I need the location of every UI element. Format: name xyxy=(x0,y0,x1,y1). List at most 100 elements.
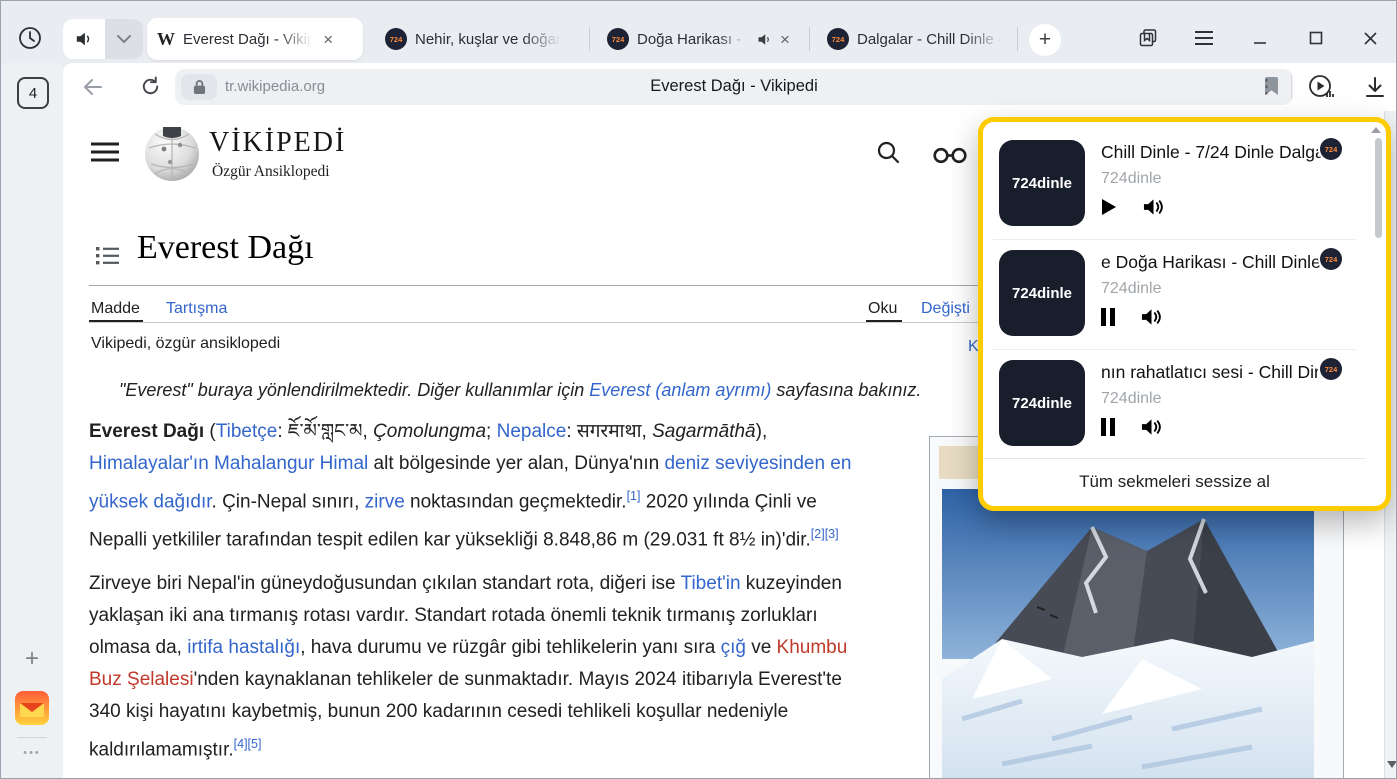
close-tab-icon[interactable]: × xyxy=(780,31,790,48)
play-button[interactable] xyxy=(1101,198,1117,216)
back-button[interactable] xyxy=(81,75,105,99)
stream-thumbnail: 724dinle xyxy=(999,360,1085,446)
tab-audio-control xyxy=(63,19,143,59)
wiki-search-button[interactable] xyxy=(876,140,901,165)
left-sidebar: 4 + ••• xyxy=(1,63,63,779)
stream-thumbnail: 724dinle xyxy=(999,250,1085,336)
tab-title: Dalgalar - Chill Dinle - 7 xyxy=(857,31,1005,48)
stream-title: nın rahatlatıcı sesi - Chill Dinle xyxy=(1101,362,1339,383)
contents-button[interactable] xyxy=(96,246,119,265)
page-title: Everest Dağı - Vikipedi xyxy=(175,77,1293,96)
audio-tab-item[interactable]: 724dinle nın rahatlatıcı sesi - Chill Di… xyxy=(983,350,1366,454)
tab-dalgalar[interactable]: 724 Dalgalar - Chill Dinle - 7 xyxy=(817,18,1015,60)
reload-icon xyxy=(139,75,162,98)
wiki-logo-subtitle: Özgür Ansiklopedi xyxy=(212,163,330,181)
popup-scrollbar-thumb[interactable] xyxy=(1375,138,1382,238)
search-icon xyxy=(876,140,901,165)
clock-history-icon xyxy=(17,25,43,51)
tab-oku[interactable]: Oku xyxy=(868,300,897,318)
sidebar-add-button[interactable]: + xyxy=(1,645,63,673)
back-icon xyxy=(81,75,105,99)
close-icon xyxy=(1363,31,1378,46)
tab-everest[interactable]: W Everest Dağı - Vikip × xyxy=(147,18,363,60)
pause-icon xyxy=(1101,418,1115,436)
tabs-divider xyxy=(89,322,1049,323)
redirect-note: "Everest" buraya yönlendirilmektedir. Di… xyxy=(119,380,1059,401)
mute-all-tabs-button[interactable]: Tüm sekmeleri sessize al xyxy=(983,458,1366,505)
mute-button[interactable] xyxy=(1143,198,1164,216)
stream-subtitle: 724dinle xyxy=(1101,280,1162,298)
tab-tartisma[interactable]: Tartışma xyxy=(166,300,227,318)
audio-tab-item[interactable]: 724dinle Chill Dinle - 7/24 Dinle Dalgal… xyxy=(983,130,1366,234)
page-menu-button[interactable]: ⋮ xyxy=(1257,76,1276,99)
browser-menu-button[interactable] xyxy=(1191,25,1217,51)
sidebar-more-button[interactable]: ••• xyxy=(1,747,63,759)
address-bar[interactable]: tr.wikipedia.org Everest Dağı - Vikipedi xyxy=(175,69,1293,105)
speaker-icon xyxy=(1141,308,1162,326)
724dinle-favicon-badge: 724 xyxy=(1320,138,1342,160)
tab-separator xyxy=(1017,27,1018,51)
new-tab-button[interactable]: + xyxy=(1029,24,1061,56)
724dinle-favicon: 724 xyxy=(607,28,629,50)
player-button[interactable] xyxy=(1307,73,1335,101)
history-button[interactable] xyxy=(17,25,43,51)
wiki-main-menu-button[interactable] xyxy=(91,142,119,162)
mute-button[interactable] xyxy=(1141,418,1162,436)
wiki-logo-title: VİKİPEDİ xyxy=(209,127,346,159)
download-icon xyxy=(1363,75,1387,99)
tab-title: Doğa Harikası - C xyxy=(637,31,749,48)
tab-audio-icon[interactable] xyxy=(757,32,772,47)
tab-count-badge[interactable]: 4 xyxy=(17,77,49,109)
stream-thumbnail: 724dinle xyxy=(999,140,1085,226)
724dinle-favicon-badge: 724 xyxy=(1320,358,1342,380)
tab-nehir[interactable]: 724 Nehir, kuşlar ve doğan xyxy=(375,18,579,60)
browser-window: W Everest Dağı - Vikip × 724 Nehir, kuşl… xyxy=(0,0,1397,779)
speaker-icon xyxy=(1143,198,1164,216)
stream-subtitle: 724dinle xyxy=(1101,390,1162,408)
724dinle-favicon: 724 xyxy=(385,28,407,50)
tab-madde[interactable]: Madde xyxy=(91,300,140,318)
724dinle-favicon: 724 xyxy=(827,28,849,50)
close-window-button[interactable] xyxy=(1357,25,1383,51)
scrollbar-down-arrow[interactable] xyxy=(1387,761,1397,768)
yandex-mail-icon xyxy=(15,691,49,725)
speaker-icon xyxy=(1141,418,1162,436)
wikipedia-favicon: W xyxy=(157,29,175,50)
maximize-button[interactable] xyxy=(1303,25,1329,51)
chevron-down-icon xyxy=(117,35,131,44)
tab-separator xyxy=(809,27,810,51)
panels-button[interactable] xyxy=(1135,25,1161,51)
mute-button[interactable] xyxy=(1141,308,1162,326)
download-button[interactable] xyxy=(1363,75,1387,99)
title-divider xyxy=(89,285,1049,286)
724dinle-favicon-badge: 724 xyxy=(1320,248,1342,270)
stream-title: e Doğa Harikası - Chill Dinle - 7 xyxy=(1101,252,1339,273)
mute-tab-button[interactable] xyxy=(63,19,105,59)
paragraph-2: Zirveye biri Nepal'in güneydoğusundan çı… xyxy=(89,568,1054,766)
pause-button[interactable] xyxy=(1101,418,1115,436)
reload-button[interactable] xyxy=(139,75,162,98)
yandex-mail-button[interactable] xyxy=(15,691,49,725)
audio-dropdown-button[interactable] xyxy=(105,19,143,59)
paragraph-1: Everest Dağı (Tibetçe: ཇོ་མོ་གླང་མ, Çomo… xyxy=(89,416,1054,557)
panels-icon xyxy=(1137,27,1159,49)
stream-title: Chill Dinle - 7/24 Dinle Dalgala xyxy=(1101,142,1339,163)
wikipedia-logo[interactable] xyxy=(143,124,201,182)
play-icon xyxy=(1101,198,1117,216)
everest-photo[interactable] xyxy=(942,489,1314,779)
wiki-appearance-button[interactable] xyxy=(932,147,968,164)
close-tab-icon[interactable]: × xyxy=(323,31,333,48)
toolbar: tr.wikipedia.org Everest Dağı - Vikipedi… xyxy=(63,63,1397,111)
audio-tab-item[interactable]: 724dinle e Doğa Harikası - Chill Dinle -… xyxy=(983,240,1366,344)
wiki-hamburger-icon xyxy=(91,142,119,162)
minimize-button[interactable] xyxy=(1247,25,1273,51)
radio-player-icon xyxy=(1307,73,1335,101)
popup-scroll-up-arrow[interactable] xyxy=(1371,127,1381,133)
minimize-icon xyxy=(1253,31,1267,45)
tab-separator xyxy=(589,27,590,51)
speaker-icon xyxy=(75,30,93,48)
pause-button[interactable] xyxy=(1101,308,1115,326)
tab-doga-harikasi[interactable]: 724 Doğa Harikası - C × xyxy=(597,18,803,60)
glasses-icon xyxy=(932,147,968,164)
tab-degistir[interactable]: Değişti xyxy=(921,300,970,318)
